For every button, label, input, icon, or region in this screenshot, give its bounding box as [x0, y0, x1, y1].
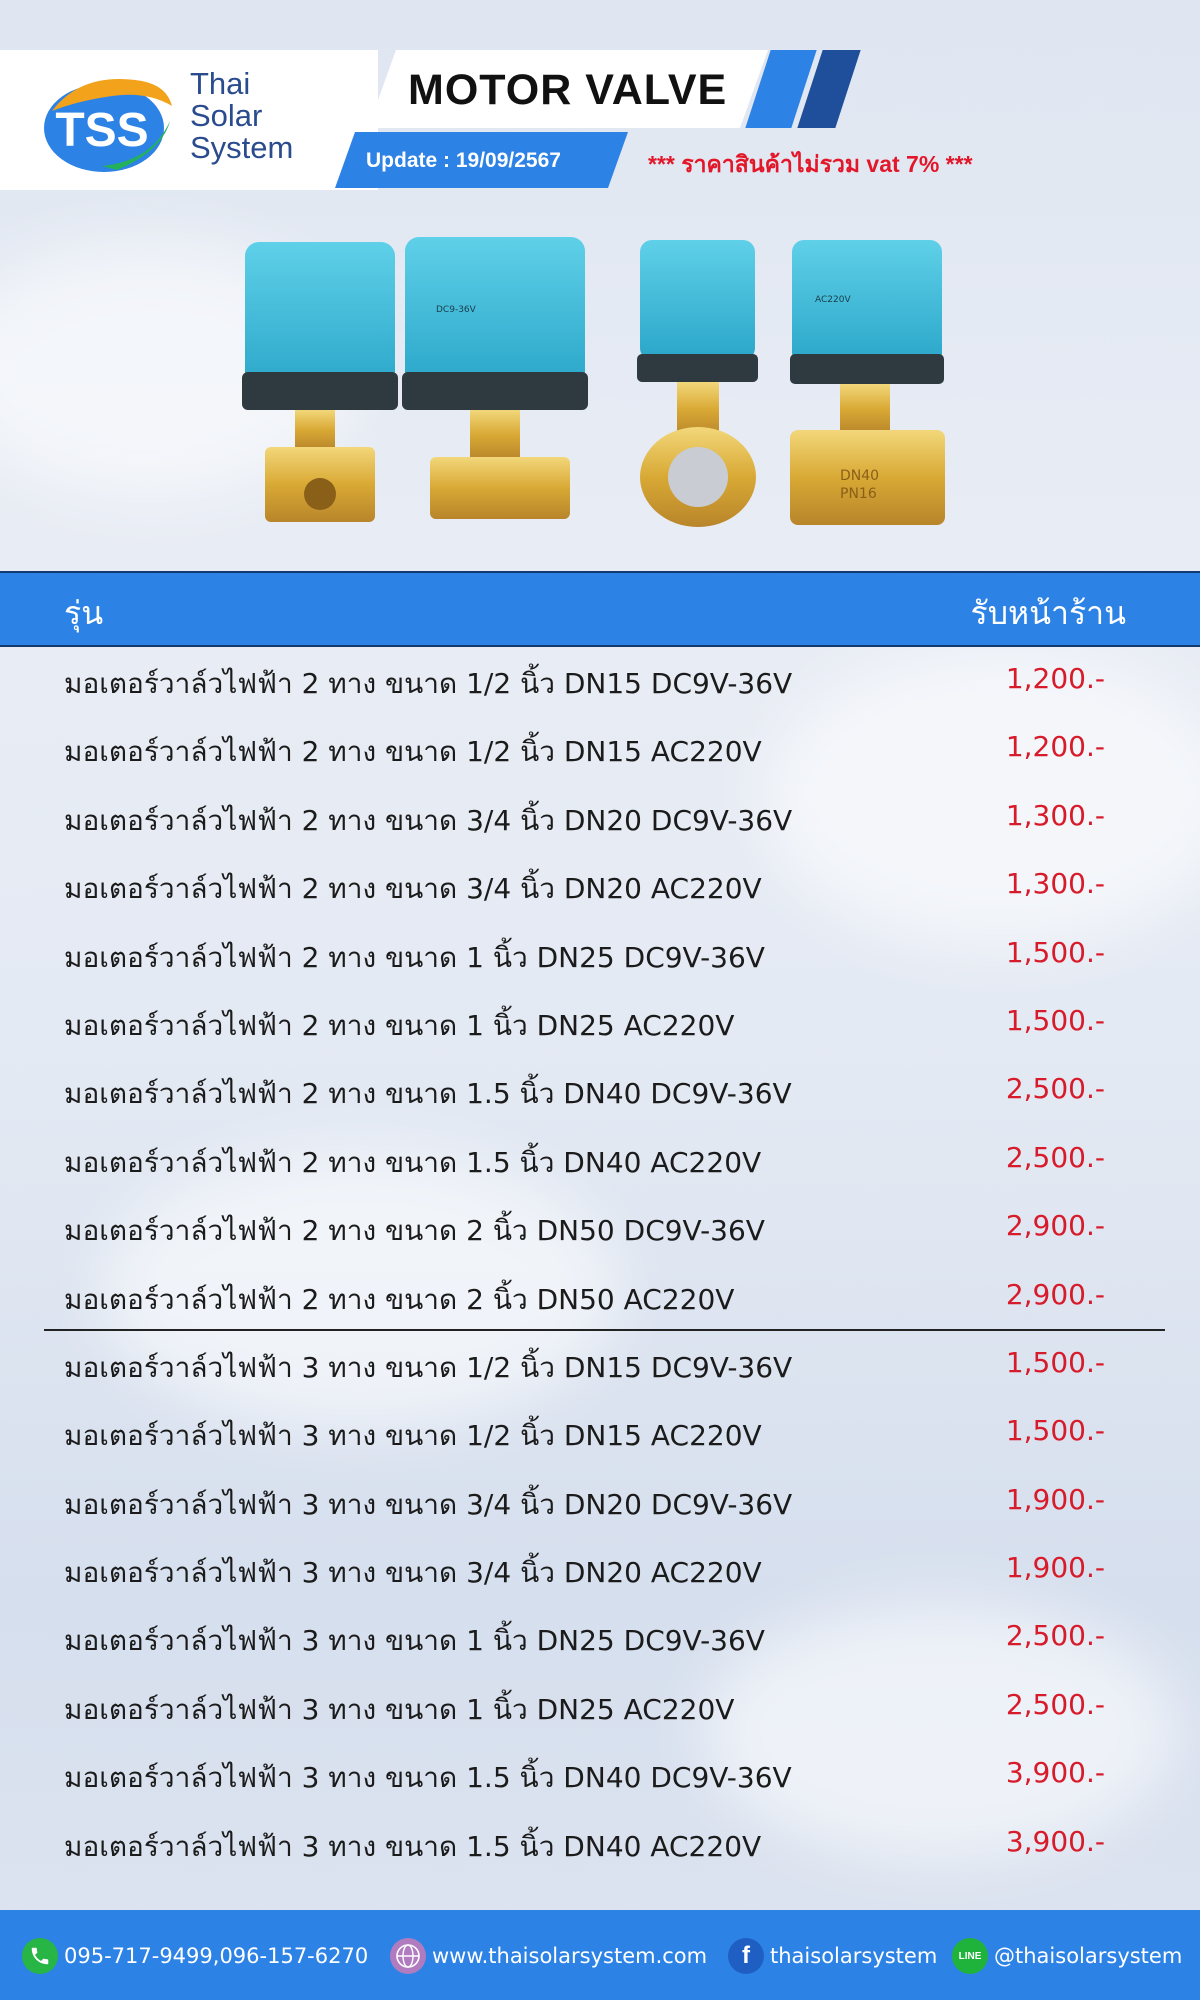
table-row: มอเตอร์วาล์วไฟฟ้า 3 ทาง ขนาด 1.5 นิ้ว DN… — [0, 1811, 1200, 1879]
column-header-model: รุ่น — [64, 594, 104, 632]
model-name: มอเตอร์วาล์วไฟฟ้า 2 ทาง ขนาด 2 นิ้ว DN50… — [64, 1282, 735, 1316]
globe-icon — [390, 1938, 426, 1974]
model-name: มอเตอร์วาล์วไฟฟ้า 3 ทาง ขนาด 3/4 นิ้ว DN… — [64, 1487, 793, 1521]
model-name: มอเตอร์วาล์วไฟฟ้า 2 ทาง ขนาด 1 นิ้ว DN25… — [64, 940, 765, 974]
facebook-text: thaisolarsystem — [770, 1944, 938, 1968]
phone-icon — [22, 1938, 58, 1974]
model-name: มอเตอร์วาล์วไฟฟ้า 2 ทาง ขนาด 1 นิ้ว DN25… — [64, 1008, 735, 1042]
model-price: 1,300.- — [1005, 798, 1105, 832]
contact-website[interactable]: www.thaisolarsystem.com — [390, 1936, 707, 1976]
table-row: มอเตอร์วาล์วไฟฟ้า 3 ทาง ขนาด 1/2 นิ้ว DN… — [0, 1400, 1200, 1468]
model-price: 2,500.- — [1005, 1140, 1105, 1174]
model-name: มอเตอร์วาล์วไฟฟ้า 2 ทาง ขนาด 3/4 นิ้ว DN… — [64, 803, 793, 837]
table-row: มอเตอร์วาล์วไฟฟ้า 3 ทาง ขนาด 1/2 นิ้ว DN… — [0, 1332, 1200, 1400]
model-price: 1,200.- — [1005, 730, 1105, 764]
model-price: 3,900.- — [1005, 1824, 1105, 1858]
table-row: มอเตอร์วาล์วไฟฟ้า 2 ทาง ขนาด 2 นิ้ว DN50… — [0, 1195, 1200, 1263]
table-row: มอเตอร์วาล์วไฟฟ้า 2 ทาง ขนาด 1 นิ้ว DN25… — [0, 922, 1200, 990]
product-size-label-1: DN40 — [840, 468, 879, 484]
facebook-icon: f — [728, 1938, 764, 1974]
model-price: 1,900.- — [1005, 1482, 1105, 1516]
product-size-label-2: PN16 — [840, 486, 877, 502]
page-title: MOTOR VALVE — [408, 66, 728, 114]
model-name: มอเตอร์วาล์วไฟฟ้า 2 ทาง ขนาด 1/2 นิ้ว DN… — [64, 735, 762, 769]
update-date: Update : 19/09/2567 — [366, 149, 561, 172]
contact-line[interactable]: LINE @thaisolarsystem — [952, 1936, 1182, 1976]
contact-footer: 095-717-9499,096-157-6270 www.thaisolars… — [0, 1910, 1200, 2000]
model-name: มอเตอร์วาล์วไฟฟ้า 2 ทาง ขนาด 3/4 นิ้ว DN… — [64, 872, 762, 906]
model-price: 1,300.- — [1005, 867, 1105, 901]
model-price: 2,500.- — [1005, 1619, 1105, 1653]
model-price: 1,500.- — [1005, 1414, 1105, 1448]
product-voltage-label-1: DC9-36V — [436, 305, 477, 315]
table-row: มอเตอร์วาล์วไฟฟ้า 3 ทาง ขนาด 1 นิ้ว DN25… — [0, 1674, 1200, 1742]
column-header-price: รับหน้าร้าน — [970, 594, 1126, 632]
contact-facebook[interactable]: f thaisolarsystem — [728, 1936, 937, 1976]
motor-valve-product-image: DC9-36V AC220V DN40 PN16 — [242, 237, 945, 527]
model-price: 1,500.- — [1005, 935, 1105, 969]
model-price: 2,500.- — [1005, 1687, 1105, 1721]
model-name: มอเตอร์วาล์วไฟฟ้า 3 ทาง ขนาด 1.5 นิ้ว DN… — [64, 1829, 762, 1863]
table-row: มอเตอร์วาล์วไฟฟ้า 2 ทาง ขนาด 1.5 นิ้ว DN… — [0, 1058, 1200, 1126]
model-name: มอเตอร์วาล์วไฟฟ้า 3 ทาง ขนาด 1/2 นิ้ว DN… — [64, 1419, 762, 1453]
brand-name: Thai Solar System — [190, 68, 293, 164]
model-name: มอเตอร์วาล์วไฟฟ้า 3 ทาง ขนาด 1/2 นิ้ว DN… — [64, 1350, 793, 1384]
section-divider — [44, 1329, 1165, 1331]
model-price: 3,900.- — [1005, 1756, 1105, 1790]
brand-line-system: System — [190, 130, 294, 165]
table-row: มอเตอร์วาล์วไฟฟ้า 2 ทาง ขนาด 1/2 นิ้ว DN… — [0, 648, 1200, 716]
table-row: มอเตอร์วาล์วไฟฟ้า 3 ทาง ขนาด 3/4 นิ้ว DN… — [0, 1537, 1200, 1605]
table-row: มอเตอร์วาล์วไฟฟ้า 3 ทาง ขนาด 1 นิ้ว DN25… — [0, 1605, 1200, 1673]
model-name: มอเตอร์วาล์วไฟฟ้า 2 ทาง ขนาด 1.5 นิ้ว DN… — [64, 1145, 762, 1179]
model-price: 1,500.- — [1005, 1003, 1105, 1037]
vat-note: *** ราคาสินค้าไม่รวม vat 7% *** — [648, 151, 973, 177]
table-row: มอเตอร์วาล์วไฟฟ้า 3 ทาง ขนาด 1.5 นิ้ว DN… — [0, 1742, 1200, 1810]
table-row: มอเตอร์วาล์วไฟฟ้า 3 ทาง ขนาด 3/4 นิ้ว DN… — [0, 1469, 1200, 1537]
table-row: มอเตอร์วาล์วไฟฟ้า 2 ทาง ขนาด 3/4 นิ้ว DN… — [0, 853, 1200, 921]
contact-phone[interactable]: 095-717-9499,096-157-6270 — [22, 1936, 368, 1976]
model-name: มอเตอร์วาล์วไฟฟ้า 3 ทาง ขนาด 3/4 นิ้ว DN… — [64, 1556, 762, 1590]
table-row: มอเตอร์วาล์วไฟฟ้า 2 ทาง ขนาด 1.5 นิ้ว DN… — [0, 1127, 1200, 1195]
model-name: มอเตอร์วาล์วไฟฟ้า 3 ทาง ขนาด 1 นิ้ว DN25… — [64, 1692, 735, 1726]
price-list: มอเตอร์วาล์วไฟฟ้า 2 ทาง ขนาด 1/2 นิ้ว DN… — [0, 648, 1200, 1879]
table-row: มอเตอร์วาล์วไฟฟ้า 2 ทาง ขนาด 1 นิ้ว DN25… — [0, 990, 1200, 1058]
model-price: 1,200.- — [1005, 662, 1105, 695]
brand-line-solar: Solar — [190, 98, 263, 133]
line-text: @thaisolarsystem — [994, 1944, 1183, 1968]
product-voltage-label-2: AC220V — [815, 295, 851, 305]
model-price: 2,900.- — [1005, 1209, 1105, 1243]
model-price: 1,500.- — [1005, 1345, 1105, 1379]
brand-line-thai: Thai — [190, 66, 251, 101]
line-icon: LINE — [952, 1938, 988, 1974]
model-price: 1,900.- — [1005, 1551, 1105, 1585]
phone-text: 095-717-9499,096-157-6270 — [64, 1944, 369, 1968]
model-name: มอเตอร์วาล์วไฟฟ้า 2 ทาง ขนาด 1.5 นิ้ว DN… — [64, 1077, 792, 1111]
model-name: มอเตอร์วาล์วไฟฟ้า 2 ทาง ขนาด 2 นิ้ว DN50… — [64, 1214, 765, 1248]
website-text: www.thaisolarsystem.com — [432, 1944, 708, 1968]
model-name: มอเตอร์วาล์วไฟฟ้า 3 ทาง ขนาด 1.5 นิ้ว DN… — [64, 1761, 792, 1795]
table-row: มอเตอร์วาล์วไฟฟ้า 2 ทาง ขนาด 2 นิ้ว DN50… — [0, 1264, 1200, 1332]
model-name: มอเตอร์วาล์วไฟฟ้า 2 ทาง ขนาด 1/2 นิ้ว DN… — [64, 667, 793, 700]
table-row: มอเตอร์วาล์วไฟฟ้า 2 ทาง ขนาด 1/2 นิ้ว DN… — [0, 716, 1200, 784]
table-row: มอเตอร์วาล์วไฟฟ้า 2 ทาง ขนาด 3/4 นิ้ว DN… — [0, 785, 1200, 853]
model-price: 2,500.- — [1005, 1072, 1105, 1106]
logo-letters: TSS — [55, 104, 148, 157]
table-header: รุ่น รับหน้าร้าน — [0, 571, 1200, 647]
tss-logo-icon: TSS — [44, 79, 172, 172]
model-price: 2,900.- — [1005, 1277, 1105, 1311]
model-name: มอเตอร์วาล์วไฟฟ้า 3 ทาง ขนาด 1 นิ้ว DN25… — [64, 1624, 765, 1658]
